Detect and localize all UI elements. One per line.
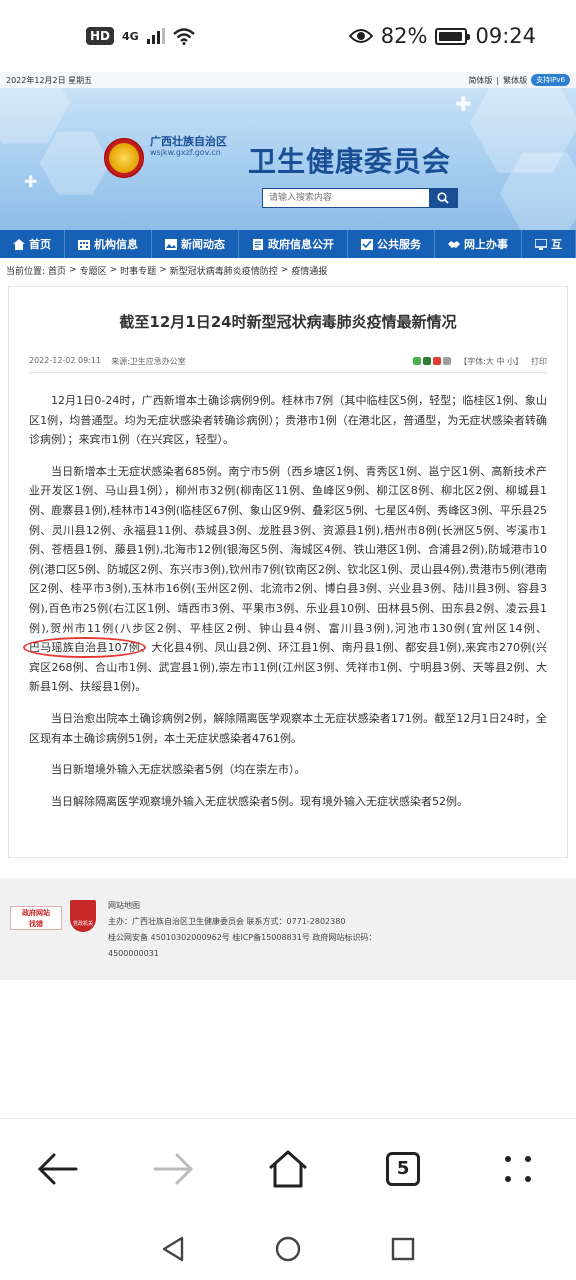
sys-back-icon[interactable] <box>161 1236 185 1262</box>
arrow-left-icon <box>37 1153 78 1184</box>
grid-menu-icon <box>505 1155 532 1182</box>
highlighted-text: 巴马瑶族自治县107例 <box>29 641 141 655</box>
plus-decoration: ✚ <box>24 172 38 191</box>
weibo-icon[interactable] <box>433 356 442 365</box>
site-banner: ✚ ✚ 广西壮族自治区 wsjkw.gxzf.gov.cn 卫生健康委员会 <box>0 88 576 230</box>
print-link[interactable]: 打印 <box>531 356 547 367</box>
hd-badge: HD <box>86 27 115 45</box>
footer-host: 主办：广西壮族自治区卫生健康委员会 联系方式：0771-2802380 <box>108 917 346 926</box>
signal-icon <box>146 28 165 44</box>
site-top-bar: 2022年12月2日 星期五 简体版 | 繁体版 支持IPv6 <box>0 72 576 88</box>
email-icon[interactable] <box>443 356 452 365</box>
article-paragraph-1: 12月1日0-24时，广西新增本土确诊病例9例。桂林市7例（其中临桂区5例，轻型… <box>29 394 547 447</box>
org-name: 卫生健康委员会 <box>248 145 452 178</box>
sys-recents-icon[interactable] <box>391 1237 415 1261</box>
article-paragraph-3: 当日治愈出院本土确诊病例2例，解除隔离医学观察本土无症状感染者171例。截至12… <box>29 711 547 745</box>
eye-icon <box>348 29 373 43</box>
nav-item-public-service[interactable]: 公共服务 <box>348 230 435 258</box>
wifi-icon <box>172 27 195 45</box>
browser-toolbar: 5 <box>0 1118 576 1218</box>
back-button[interactable] <box>28 1139 88 1199</box>
forward-button[interactable] <box>143 1139 203 1199</box>
traditional-link[interactable]: 繁体版 <box>503 75 527 86</box>
signal-label: 4G <box>122 29 139 43</box>
tabs-button[interactable]: 5 <box>373 1139 433 1199</box>
simplified-link[interactable]: 简体版 <box>468 75 492 86</box>
breadcrumb-bulletin[interactable]: 疫情通报 <box>291 264 327 277</box>
breadcrumb-home[interactable]: 首页 <box>48 264 66 277</box>
menu-button[interactable] <box>488 1139 548 1199</box>
font-size-control[interactable]: 【字体:大 中 小】 <box>459 356 523 367</box>
clock: 09:24 <box>475 24 536 48</box>
wechat-icon[interactable] <box>423 356 432 365</box>
breadcrumb: 当前位置: 首页 > 专题区 > 时事专题 > 新型冠状病毒肺炎疫情防控 > 疫… <box>6 264 328 277</box>
nav-item-news[interactable]: 新闻动态 <box>152 230 239 258</box>
ipv6-badge: 支持IPv6 <box>531 74 570 86</box>
share-icons <box>411 356 452 367</box>
handshake-icon <box>448 240 460 248</box>
tab-count: 5 <box>386 1151 421 1186</box>
service-icon <box>361 238 373 250</box>
publish-date: 2022-12-02 09:11 <box>29 356 102 365</box>
org-icon <box>78 239 90 250</box>
home-icon <box>268 1150 307 1187</box>
status-bar: HD 4G 82% 09:24 <box>0 0 576 72</box>
nav-item-org[interactable]: 机构信息 <box>65 230 152 258</box>
article-title: 截至12月1日24时新型冠状病毒肺炎疫情最新情况 <box>119 313 457 331</box>
breadcrumb-topics[interactable]: 专题区 <box>80 264 107 277</box>
sitemap-link[interactable]: 网站地图 <box>108 898 376 914</box>
search-input[interactable] <box>263 189 429 207</box>
main-nav: 首页 机构信息 新闻动态 政府信息公开 公共服务 网上办事 互 <box>0 230 576 258</box>
breadcrumb-prefix: 当前位置: <box>6 266 46 277</box>
national-emblem-icon <box>104 138 144 178</box>
search-button[interactable] <box>429 189 457 207</box>
arrow-right-icon <box>153 1153 193 1184</box>
article-paragraph-2: 当日新增本土无症状感染者685例。南宁市5例（西乡塘区1例、青秀区1例、邕宁区1… <box>29 464 547 694</box>
home-button[interactable] <box>258 1139 318 1199</box>
gov-error-report-badge[interactable]: 政府网站 找错 <box>10 906 62 930</box>
footer-site-code: 4500000031 <box>108 949 159 958</box>
monitor-icon <box>535 238 547 250</box>
share-icon[interactable] <box>413 356 422 365</box>
breadcrumb-covid[interactable]: 新型冠状病毒肺炎疫情防控 <box>170 264 278 277</box>
battery-percent: 82% <box>380 24 428 48</box>
nav-item-online-service[interactable]: 网上办事 <box>435 230 522 258</box>
sys-home-icon[interactable] <box>275 1236 301 1262</box>
nav-item-home[interactable]: 首页 <box>0 230 65 258</box>
news-icon <box>165 238 177 250</box>
footer-icp: 桂公网安备 45010302000962号 桂ICP备15008831号 政府网… <box>108 933 377 942</box>
article-source: 来源:卫生应急办公室 <box>111 357 186 366</box>
nav-item-interact[interactable]: 互 <box>522 230 576 258</box>
language-switch: 简体版 | 繁体版 支持IPv6 <box>468 74 570 86</box>
nav-item-gov-info[interactable]: 政府信息公开 <box>239 230 348 258</box>
battery-icon <box>435 27 471 45</box>
article-meta: 2022-12-02 09:11 来源:卫生应急办公室 【字体:大 中 小】 打… <box>29 351 547 373</box>
status-right: 82% 09:24 <box>348 24 536 48</box>
plus-decoration: ✚ <box>455 92 472 116</box>
status-left: HD 4G <box>86 27 195 45</box>
article-paragraph-5: 当日解除隔离医学观察境外输入无症状感染者5例。现有境外输入无症状感染者52例。 <box>51 794 468 808</box>
system-nav-bar <box>0 1218 576 1280</box>
doc-icon <box>253 238 263 250</box>
breadcrumb-current-affairs[interactable]: 时事专题 <box>120 264 156 277</box>
site-footer: 政府网站 找错 党政机关 网站地图 主办：广西壮族自治区卫生健康委员会 联系方式… <box>0 878 576 980</box>
article: 截至12月1日24时新型冠状病毒肺炎疫情最新情况 2022-12-02 09:1… <box>8 286 568 858</box>
search-box <box>262 188 458 208</box>
logo-region: 广西壮族自治区 wsjkw.gxzf.gov.cn <box>150 135 227 158</box>
search-icon <box>437 192 449 204</box>
current-date: 2022年12月2日 星期五 <box>6 75 93 85</box>
home-icon <box>13 238 25 250</box>
footer-info: 网站地图 主办：广西壮族自治区卫生健康委员会 联系方式：0771-2802380… <box>108 898 376 962</box>
party-gov-badge-icon[interactable]: 党政机关 <box>70 900 96 932</box>
article-paragraph-4: 当日新增境外输入无症状感染者5例（均在崇左市）。 <box>51 763 306 777</box>
